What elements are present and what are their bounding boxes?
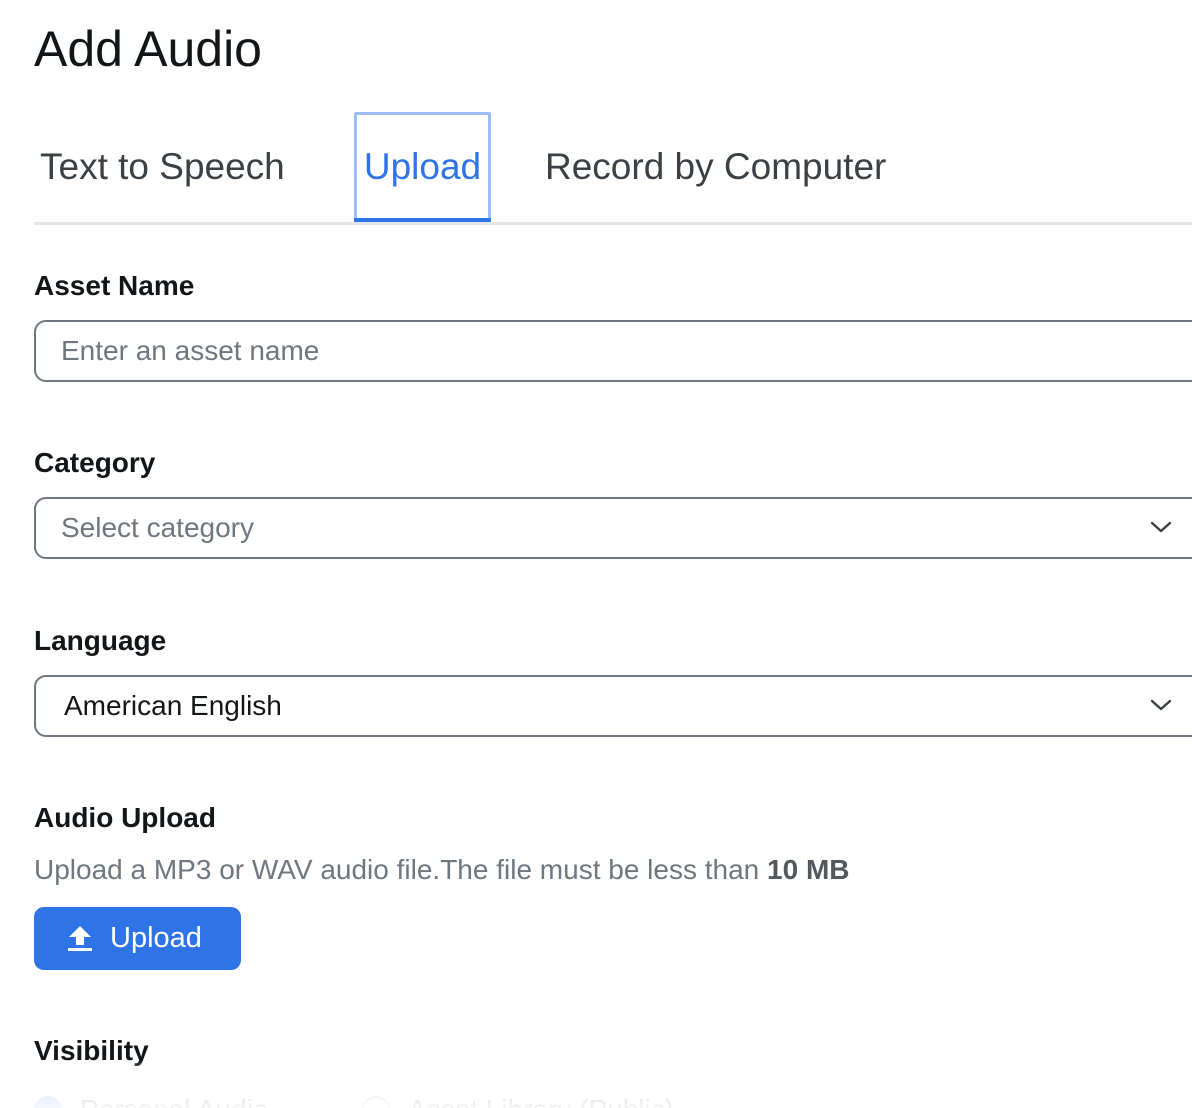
tab-record-by-computer[interactable]: Record by Computer: [545, 112, 886, 222]
visibility-label: Visibility: [34, 1035, 149, 1066]
radio-personal-audio[interactable]: Personal Audio: [34, 1092, 268, 1108]
category-placeholder: Select category: [61, 512, 254, 543]
audio-upload-help-text: Upload a MP3 or WAV audio file.The file …: [34, 851, 850, 889]
help-size-limit: 10 MB: [767, 854, 850, 885]
language-value: American English: [64, 690, 282, 721]
upload-button[interactable]: Upload: [34, 907, 241, 970]
radio-label: Personal Audio: [80, 1094, 268, 1108]
radio-label: Asset Library (Public): [408, 1094, 674, 1108]
chevron-down-icon: [1150, 521, 1172, 533]
language-label: Language: [34, 625, 167, 656]
upload-button-label: Upload: [110, 922, 202, 954]
page-title: Add Audio: [34, 21, 262, 77]
upload-arrow-icon: [68, 926, 92, 951]
visibility-radio-group: Personal Audio Asset Library (Public): [34, 1092, 834, 1108]
asset-name-label: Asset Name: [34, 270, 195, 301]
audio-upload-label: Audio Upload: [34, 802, 216, 833]
tab-text-to-speech[interactable]: Text to Speech: [40, 112, 285, 222]
chevron-down-icon: [1150, 699, 1172, 711]
add-audio-page: Add Audio Text to Speech Upload Record b…: [0, 0, 1192, 1108]
category-select[interactable]: Select category: [34, 497, 1192, 559]
language-select[interactable]: American English: [34, 675, 1192, 737]
radio-unchecked-icon: [362, 1095, 390, 1108]
help-text: Upload a MP3 or WAV audio file.The file …: [34, 854, 768, 885]
asset-name-field: [34, 320, 1192, 382]
asset-name-input[interactable]: [36, 322, 1161, 380]
radio-checked-icon: [34, 1095, 62, 1108]
tab-bar: Text to Speech Upload Record by Computer: [34, 112, 1192, 225]
category-label: Category: [34, 447, 156, 478]
tab-upload[interactable]: Upload: [354, 112, 491, 222]
radio-asset-library-public[interactable]: Asset Library (Public): [362, 1092, 674, 1108]
